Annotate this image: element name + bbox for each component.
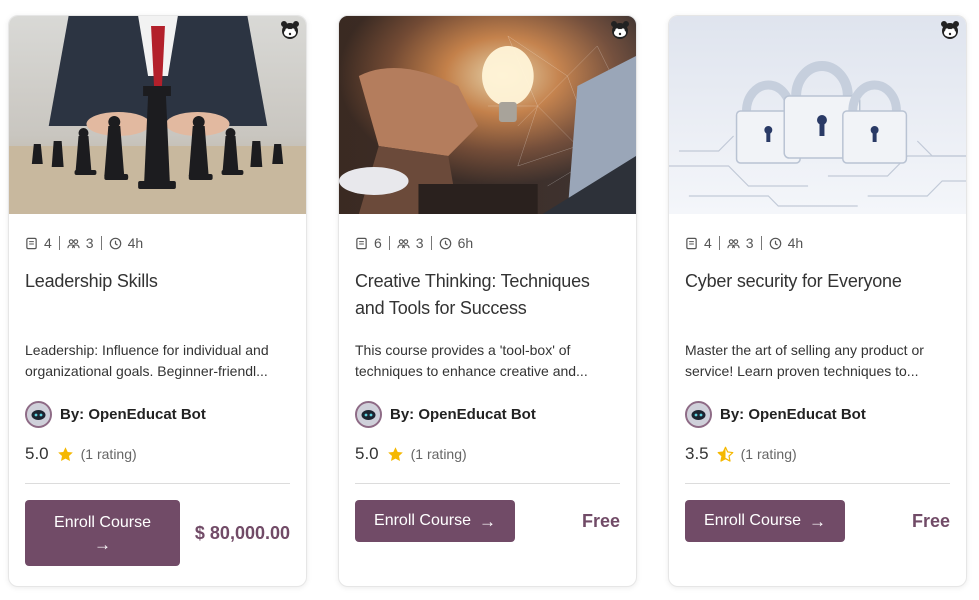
duration: 4h (127, 235, 144, 251)
rating-value: 5.0 (25, 444, 49, 463)
rating-value: 5.0 (355, 444, 379, 463)
avatar (25, 400, 52, 428)
bot-avatar-icon (27, 403, 50, 425)
enroll-course-button[interactable]: Enroll Course → (685, 500, 845, 542)
clock-icon (109, 237, 121, 249)
star-icon (387, 446, 403, 461)
course-image[interactable] (669, 16, 966, 214)
course-meta: 6 3 6h (355, 234, 620, 252)
course-price: Free (911, 510, 950, 531)
author-name: By: OpenEducat Bot (390, 405, 536, 423)
course-author: By: OpenEducat Bot (25, 400, 290, 428)
arrow-right-icon: → (808, 511, 826, 531)
course-meta: 4 3 4h (685, 234, 950, 252)
course-rating: 5.0 (1 rating) (25, 443, 290, 465)
clock-icon (769, 237, 781, 249)
course-card[interactable]: 6 3 6h Creative Thinking: Techniques and… (338, 15, 637, 587)
book-icon (356, 237, 367, 249)
course-price: $ 80,000.00 (194, 522, 290, 543)
course-meta: 4 3 4h (25, 234, 290, 252)
enroll-course-button[interactable]: Enroll Course → (25, 500, 180, 566)
bot-avatar-icon (687, 403, 710, 425)
arrow-right-icon: → (478, 511, 496, 531)
enroll-course-button[interactable]: Enroll Course → (355, 500, 515, 542)
course-author: By: OpenEducat Bot (355, 400, 620, 428)
raccoon-badge-icon (611, 21, 629, 39)
divider (718, 236, 720, 250)
divider (685, 483, 950, 484)
course-author: By: OpenEducat Bot (685, 400, 950, 428)
divider (355, 483, 620, 484)
bot-avatar-icon (357, 403, 380, 425)
author-name: By: OpenEducat Bot (60, 405, 206, 423)
lessons-count: 4 (44, 235, 52, 251)
padlocks-image (669, 16, 966, 214)
course-card[interactable]: 4 3 4h Cyber security for Everyone Maste… (668, 15, 967, 587)
duration: 6h (457, 235, 474, 251)
course-description: Master the art of selling any product or… (685, 342, 924, 379)
book-icon (26, 237, 37, 249)
star-icon (57, 446, 73, 461)
rating-count: (1 rating) (410, 446, 467, 462)
course-image[interactable] (9, 16, 306, 214)
raccoon-badge-icon (281, 21, 299, 39)
arrow-right-icon: → (94, 534, 111, 554)
divider (760, 236, 762, 250)
divider (25, 483, 290, 484)
members-count: 3 (85, 235, 94, 251)
course-rating: 3.5 (1 rating) (685, 443, 950, 465)
enroll-label: Enroll Course (54, 513, 151, 531)
enroll-label: Enroll Course (704, 512, 801, 529)
divider (58, 236, 60, 250)
rating-count: (1 rating) (80, 446, 137, 462)
divider (100, 236, 102, 250)
course-title[interactable]: Cyber security for Everyone (685, 268, 950, 326)
course-image[interactable] (339, 16, 636, 214)
card-footer: Enroll Course → Free (685, 500, 950, 542)
rating-value: 3.5 (685, 444, 709, 463)
users-icon (397, 238, 410, 248)
card-footer: Enroll Course → Free (355, 500, 620, 542)
course-rating: 5.0 (1 rating) (355, 443, 620, 465)
course-title[interactable]: Creative Thinking: Techniques and Tools … (355, 268, 620, 326)
lessons-count: 6 (374, 235, 382, 251)
book-icon (686, 237, 697, 249)
duration: 4h (787, 235, 804, 251)
course-card[interactable]: 4 3 4h Leadership Skills Leadership: Inf… (8, 15, 307, 587)
course-title[interactable]: Leadership Skills (25, 268, 290, 326)
lessons-count: 4 (704, 235, 712, 251)
clock-icon (439, 237, 451, 249)
avatar (355, 400, 382, 428)
users-icon (727, 238, 740, 248)
course-description: Leadership: Influence for individual and… (25, 342, 269, 379)
chess-image (9, 16, 306, 214)
author-name: By: OpenEducat Bot (720, 405, 866, 423)
users-icon (67, 238, 80, 248)
star-half-icon (717, 446, 734, 462)
card-footer: Enroll Course → $ 80,000.00 (25, 500, 290, 566)
rating-count: (1 rating) (740, 446, 797, 462)
avatar (685, 400, 712, 428)
divider (430, 236, 432, 250)
course-description: This course provides a 'tool-box' of tec… (355, 342, 588, 379)
divider (388, 236, 390, 250)
course-price: Free (581, 510, 620, 531)
lightbulb-image (339, 16, 636, 214)
enroll-label: Enroll Course (374, 512, 471, 529)
raccoon-badge-icon (941, 21, 959, 39)
members-count: 3 (745, 235, 754, 251)
members-count: 3 (415, 235, 424, 251)
